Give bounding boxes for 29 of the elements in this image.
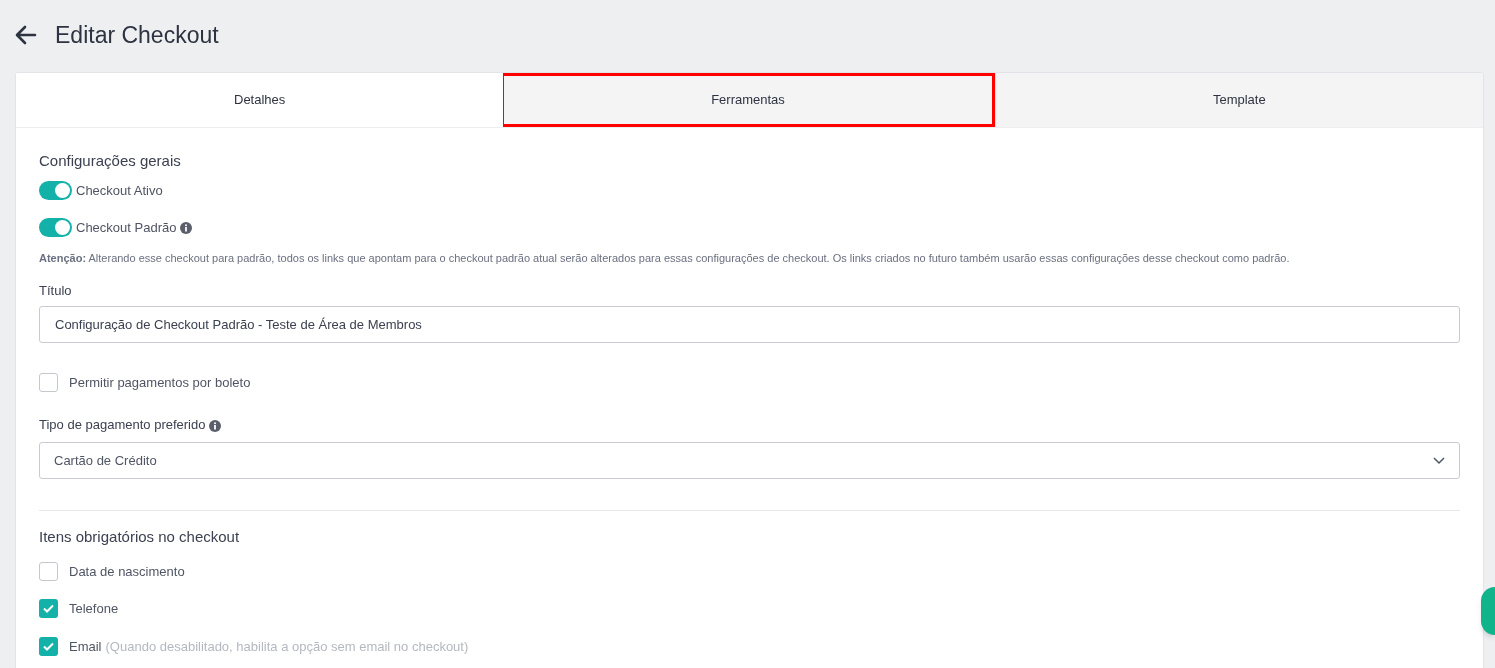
section-heading: Itens obrigatórios no checkout xyxy=(39,527,241,547)
checkbox[interactable] xyxy=(39,561,58,581)
notice-text: Atenção: Alterando esse checkout para padrão, todos os links que apontam para o checkout padrão atual serão alterados para essas configurações de checkout. Os links criados no futuro também usarão essas configurações desse checkout como padrão. xyxy=(39,250,1291,266)
hint-text: (Quando desabilitado, habilita a opção sem email no checkout) xyxy=(105,637,469,656)
back-arrow-icon[interactable] xyxy=(15,25,37,45)
tab[interactable]: Template xyxy=(994,73,1483,127)
checkmark-icon xyxy=(43,641,54,651)
checkbox-label: Telefone xyxy=(69,600,119,618)
toggle-switch[interactable] xyxy=(39,218,72,238)
toggle-label: Checkout Padrão xyxy=(76,219,177,237)
info-icon xyxy=(209,419,222,432)
title-input[interactable]: Configuração de Checkout Padrão - Teste de Área de Membros xyxy=(39,305,1460,343)
field-label: Tipo de pagamento preferido xyxy=(39,416,206,435)
checkbox[interactable] xyxy=(39,636,58,656)
checkbox[interactable] xyxy=(39,599,58,619)
payment-select[interactable]: Cartão de Crédito xyxy=(39,442,1460,479)
checkbox[interactable] xyxy=(39,372,58,392)
toggle-switch[interactable] xyxy=(39,180,72,200)
floating-action-button[interactable] xyxy=(1481,587,1495,635)
field-label: Título xyxy=(39,282,73,300)
chevron-down-icon xyxy=(1433,456,1445,465)
section-heading: Configurações gerais xyxy=(39,151,182,171)
page-title: Editar Checkout xyxy=(55,20,219,50)
checkmark-icon xyxy=(43,604,54,614)
checkbox-label: Data de nascimento xyxy=(69,562,185,581)
checkbox-label: Permitir pagamentos por boleto xyxy=(69,373,251,392)
toggle-label: Checkout Ativo xyxy=(76,181,163,200)
checkbox-label: Email xyxy=(69,637,102,656)
tab[interactable]: Ferramentas xyxy=(503,73,995,127)
